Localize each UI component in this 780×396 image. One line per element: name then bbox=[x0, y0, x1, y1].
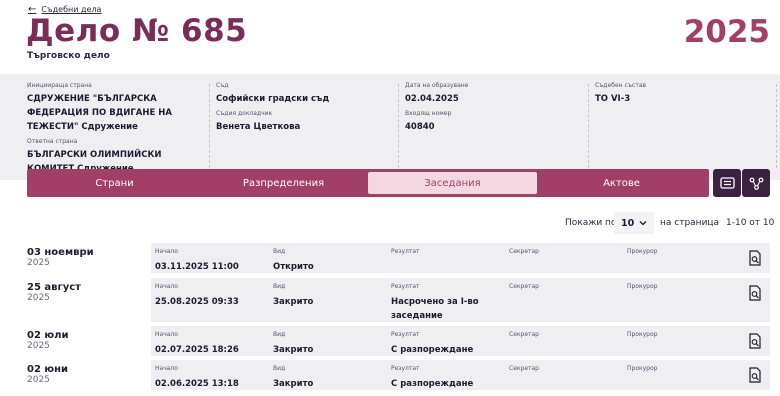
created-value: 02.04.2025 bbox=[405, 94, 459, 104]
type-label: Вид bbox=[273, 365, 286, 372]
result-value: С разпореждане bbox=[391, 345, 474, 355]
session-card: Начало 02.07.2025 18:26 Вид Закрито Резулт… bbox=[151, 326, 770, 356]
divider bbox=[776, 84, 777, 168]
secretary-label: Секретар bbox=[509, 248, 539, 255]
prosecutor-label: Прокурор bbox=[627, 365, 658, 372]
session-year: 2025 bbox=[27, 293, 50, 303]
start-label: Начало bbox=[155, 283, 178, 290]
parties-column: Инициираща страна СДРУЖЕНИЕ "БЪЛГАРСКА Ф… bbox=[27, 82, 202, 176]
tab-distributions[interactable]: Разпределения bbox=[199, 172, 368, 194]
hierarchy-icon bbox=[749, 177, 763, 190]
page-size-label: Покажи по bbox=[565, 218, 617, 228]
page-size-select[interactable]: 10 bbox=[614, 212, 654, 234]
session-date: 02 юни bbox=[27, 364, 69, 375]
start-value: 02.07.2025 18:26 bbox=[155, 345, 239, 355]
session-date: 02 юли bbox=[27, 330, 69, 341]
start-label: Начало bbox=[155, 331, 178, 338]
document-search-icon[interactable] bbox=[748, 367, 762, 383]
tree-view-button[interactable] bbox=[742, 169, 770, 197]
document-search-icon[interactable] bbox=[748, 250, 762, 266]
respondent-label: Ответна страна bbox=[27, 138, 78, 145]
result-value: Насрочено за I-во заседание bbox=[391, 297, 479, 321]
type-label: Вид bbox=[273, 331, 286, 338]
session-card: Начало 25.08.2025 09:33 Вид Закрито Резулт… bbox=[151, 278, 770, 322]
session-date: 03 ноември bbox=[27, 247, 94, 258]
prosecutor-label: Прокурор bbox=[627, 283, 658, 290]
case-year: 2025 bbox=[683, 14, 770, 50]
prosecutor-label: Прокурор bbox=[627, 248, 658, 255]
result-value: С разпореждане bbox=[391, 379, 474, 389]
page-title: Дело № 685 bbox=[26, 13, 248, 49]
judge-value: Венета Цветкова bbox=[216, 122, 301, 132]
prosecutor-label: Прокурор bbox=[627, 331, 658, 338]
incoming-label: Входящ номер bbox=[405, 110, 452, 117]
pagination-range: 1-10 от 10 bbox=[726, 218, 775, 228]
panel-label: Съдебен състав bbox=[595, 82, 647, 89]
result-label: Резултат bbox=[391, 331, 420, 338]
session-card: Начало 02.06.2025 13:18 Вид Закрито Резулт… bbox=[151, 360, 770, 390]
start-value: 02.06.2025 13:18 bbox=[155, 379, 239, 389]
result-label: Резултат bbox=[391, 248, 420, 255]
type-value: Закрито bbox=[273, 297, 314, 307]
divider bbox=[588, 84, 589, 168]
start-value: 25.08.2025 09:33 bbox=[155, 297, 239, 307]
initiator-value: СДРУЖЕНИЕ "БЪЛГАРСКА ФЕДЕРАЦИЯ ПО ВДИГАН… bbox=[27, 94, 172, 132]
initiator-label: Инициираща страна bbox=[27, 82, 92, 89]
judge-label: Съдия докладчик bbox=[216, 110, 273, 117]
type-value: Закрито bbox=[273, 345, 314, 355]
session-card: Начало 03.11.2025 11:00 Вид Открито Резулт… bbox=[151, 243, 770, 273]
court-column: Съд Софийски градски съд Съдия докладчик… bbox=[216, 82, 386, 134]
incoming-value: 40840 bbox=[405, 122, 435, 132]
created-label: Дата на образуване bbox=[405, 82, 469, 89]
tab-acts[interactable]: Актове bbox=[537, 172, 706, 194]
case-info-panel: Инициираща страна СДРУЖЕНИЕ "БЪЛГАРСКА Ф… bbox=[0, 74, 780, 180]
dates-column: Дата на образуване 02.04.2025 Входящ ном… bbox=[405, 82, 575, 134]
court-value: Софийски градски съд bbox=[216, 94, 330, 104]
panel-column: Съдебен състав TO VI-3 bbox=[595, 82, 765, 106]
case-type: Търговско дело bbox=[27, 51, 110, 61]
tab-parties[interactable]: Страни bbox=[30, 172, 199, 194]
type-value: Открито bbox=[273, 262, 314, 272]
type-label: Вид bbox=[273, 248, 286, 255]
secretary-label: Секретар bbox=[509, 365, 539, 372]
session-year: 2025 bbox=[27, 258, 50, 268]
case-tabs: Страни Разпределения Заседания Актове bbox=[27, 169, 709, 197]
session-year: 2025 bbox=[27, 375, 50, 385]
document-search-icon[interactable] bbox=[748, 285, 762, 301]
list-view-button[interactable] bbox=[713, 169, 741, 197]
start-value: 03.11.2025 11:00 bbox=[155, 262, 239, 272]
type-value: Закрито bbox=[273, 379, 314, 389]
type-label: Вид bbox=[273, 283, 286, 290]
session-year: 2025 bbox=[27, 341, 50, 351]
divider bbox=[209, 84, 210, 168]
list-view-icon bbox=[719, 177, 735, 189]
start-label: Начало bbox=[155, 365, 178, 372]
secretary-label: Секретар bbox=[509, 331, 539, 338]
start-label: Начало bbox=[155, 248, 178, 255]
panel-value: TO VI-3 bbox=[595, 94, 631, 104]
session-date: 25 август bbox=[27, 282, 81, 293]
page-size-suffix: на страница bbox=[660, 218, 720, 228]
result-label: Резултат bbox=[391, 283, 420, 290]
result-label: Резултат bbox=[391, 365, 420, 372]
court-label: Съд bbox=[216, 82, 229, 89]
tab-hearings[interactable]: Заседания bbox=[368, 172, 537, 194]
chevron-down-icon bbox=[639, 221, 647, 226]
divider bbox=[398, 84, 399, 168]
secretary-label: Секретар bbox=[509, 283, 539, 290]
page-size-value: 10 bbox=[621, 217, 635, 229]
document-search-icon[interactable] bbox=[748, 333, 762, 349]
